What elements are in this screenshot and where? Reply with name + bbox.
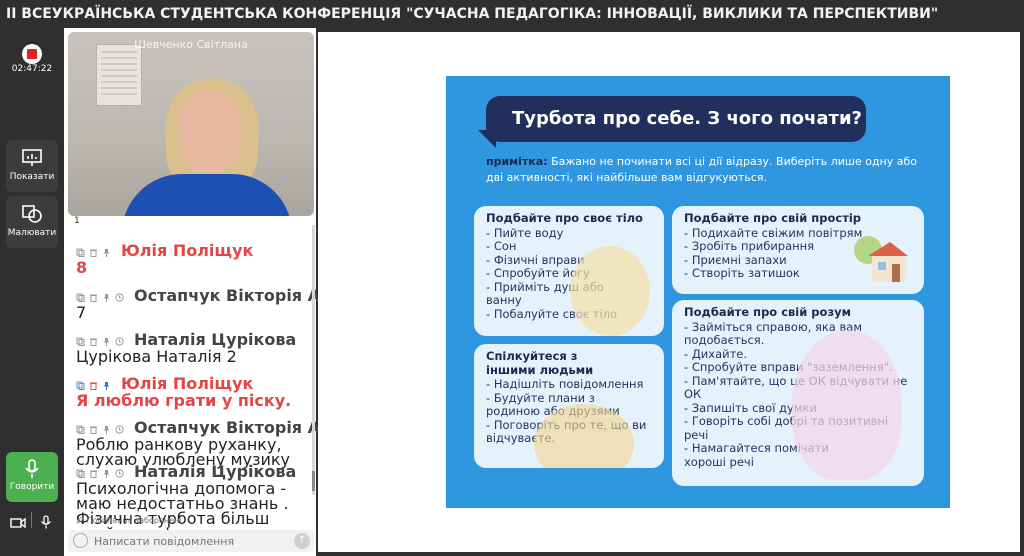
draw-label: Малювати: [7, 228, 57, 238]
emoji-icon[interactable]: [73, 533, 88, 548]
camera-icon[interactable]: [10, 514, 26, 533]
left-toolbar: 02:47:22 Показати Малювати Говорити: [0, 28, 64, 556]
slide-heading: Турбота про себе. З чого почати?: [478, 96, 866, 148]
delete-icon[interactable]: [89, 241, 102, 260]
chat-text: Я люблю грати у піску.: [76, 391, 292, 410]
wall-calendar: [96, 44, 142, 106]
card-people: Спілкуйтеся з іншими людьми Надішліть по…: [474, 344, 664, 468]
card-title: Подбайте про свій розум: [684, 305, 852, 319]
card-mind: Подбайте про свій розум Займіться справо…: [672, 300, 924, 486]
chat-scrollbar[interactable]: [312, 225, 315, 495]
card-body: Подбайте про своє тіло Пийте воду Сон Фі…: [474, 206, 664, 336]
talk-button[interactable]: Говорити: [6, 452, 58, 502]
show-button[interactable]: Показати: [6, 140, 58, 192]
note-label: примітка:: [486, 155, 548, 168]
delete-icon[interactable]: [89, 286, 102, 305]
chat-text: Цурікова Наталія 2: [76, 347, 237, 366]
card-title: Спілкуйтеся з іншими людьми: [486, 349, 594, 377]
links-forbidden-notice: Посилання заборонені: [76, 516, 181, 525]
mic-toggle-icon[interactable]: [40, 514, 52, 533]
media-controls: [0, 510, 64, 534]
talk-label: Говорити: [9, 482, 55, 492]
show-label: Показати: [9, 172, 55, 182]
pin-icon[interactable]: [102, 241, 115, 260]
chat-truncated-text: 1: [74, 216, 80, 226]
card-title: Подбайте про свій простір: [684, 211, 862, 225]
card-title: Подбайте про своє тіло: [486, 211, 643, 225]
chat-message: Остапчук Вікторія Анатоліївна Роблю ранк…: [76, 420, 417, 468]
slide: Турбота про себе. З чого почати? примітк…: [446, 76, 950, 508]
speaker-sweater: [122, 174, 292, 216]
pencil-icon: [76, 516, 84, 524]
chat-message: Юлія Поліщук 8: [76, 241, 312, 277]
chat-message: Наталія Цурікова Цурікова Наталія 2: [76, 332, 312, 366]
draw-button[interactable]: Малювати: [6, 196, 58, 248]
participant-name: Шевченко Світлана: [134, 38, 248, 51]
forbidden-text: Посилання заборонені: [86, 516, 182, 525]
scrollbar-thumb[interactable]: [312, 471, 315, 491]
speaker-face: [178, 92, 242, 174]
pin-icon[interactable]: [102, 286, 115, 305]
chat-author: Юлія Поліщук: [121, 241, 254, 260]
person-illustration: [570, 246, 650, 336]
message-input[interactable]: [94, 533, 284, 549]
record-icon[interactable]: [22, 44, 42, 64]
presentation-stage: Турбота про себе. З чого почати? примітк…: [318, 32, 1020, 552]
divider: [31, 512, 32, 528]
chat-text: 7: [76, 303, 87, 322]
send-icon[interactable]: ↑: [294, 533, 310, 549]
slide-note: примітка: Бажано не починати всі ці дії …: [486, 154, 926, 186]
card-space: Подбайте про свій простір Подихайте свіж…: [672, 206, 924, 294]
message-composer: ↑: [68, 530, 314, 552]
microphone-icon: [25, 459, 39, 478]
chat-message: Юлія Поліщук Я люблю грати у піску.: [76, 376, 312, 410]
chat-message: Остапчук Вікторія Анатоліївна 7: [76, 286, 417, 322]
presentation-icon: [22, 149, 42, 166]
clock-icon[interactable]: [115, 286, 128, 305]
recording-timer: 02:47:22: [11, 64, 53, 74]
participant-video[interactable]: Шевченко Світлана: [68, 32, 314, 216]
card-item: Пийте воду: [486, 226, 656, 241]
note-text: Бажано не починати всі ці дії відразу. В…: [486, 155, 918, 184]
card-item: Надішліть повідомлення: [486, 377, 656, 392]
conference-title: II ВСЕУКРАЇНСЬКА СТУДЕНТСЬКА КОНФЕРЕНЦІЯ…: [0, 0, 1024, 28]
chat-text: 8: [76, 258, 88, 277]
house-illustration: [854, 236, 908, 282]
shapes-icon: [22, 205, 42, 223]
meditating-person-illustration: [792, 330, 902, 480]
